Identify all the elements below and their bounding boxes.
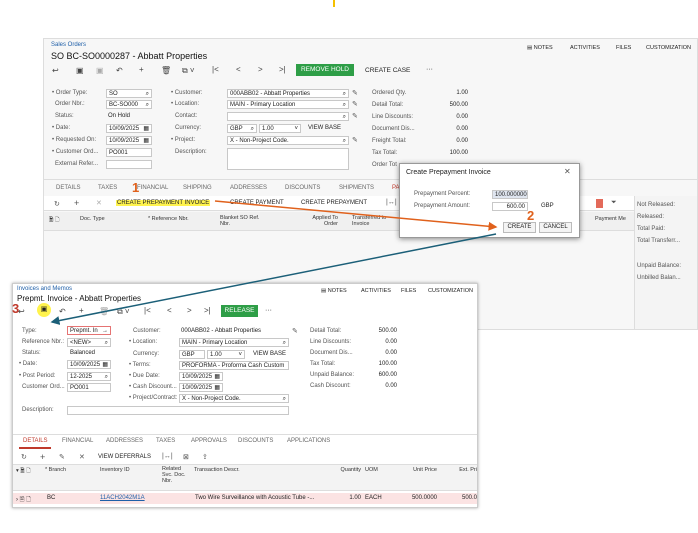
step-2-marker: 2 <box>527 208 535 223</box>
annotation-arrows <box>50 200 498 325</box>
arrow-to-create-button <box>214 200 498 231</box>
arrow-to-prepayment-invoice <box>50 233 497 325</box>
step-3-marker: 3 <box>12 301 20 316</box>
step-1-marker: 1 <box>132 180 140 195</box>
